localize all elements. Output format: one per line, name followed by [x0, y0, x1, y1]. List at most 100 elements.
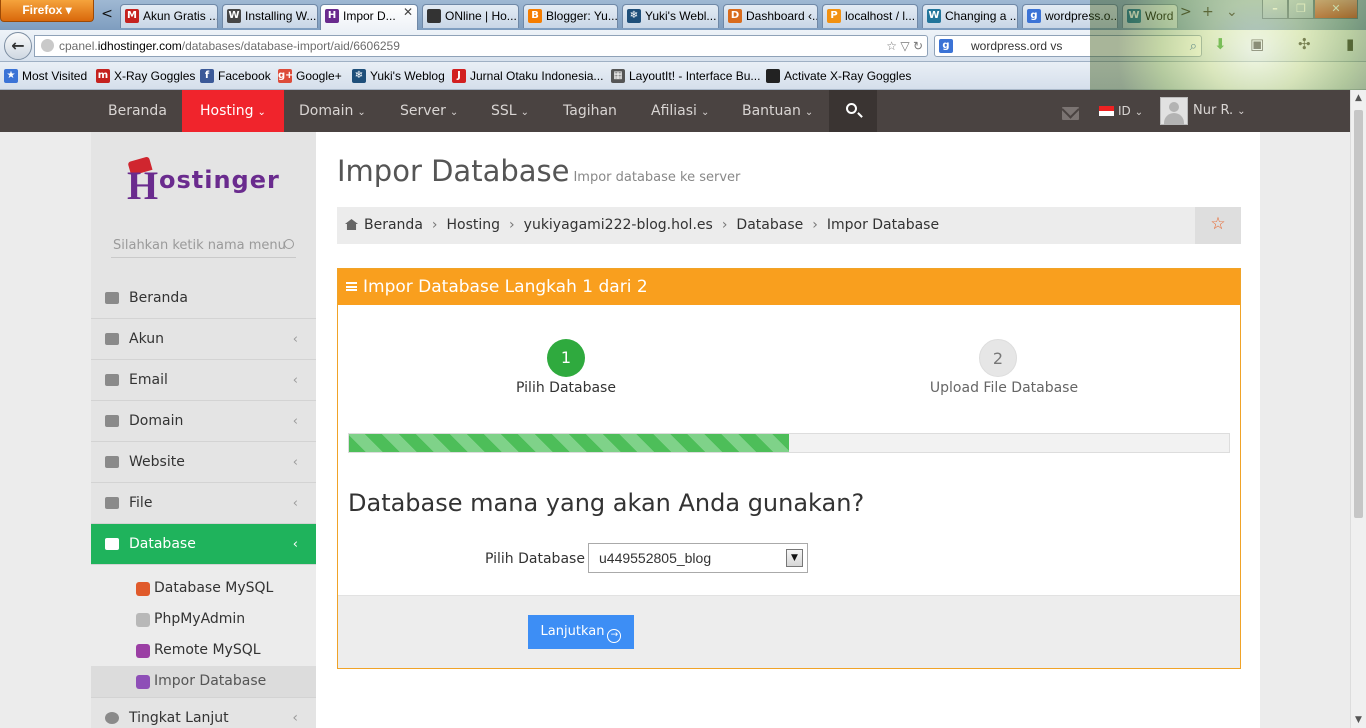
dropdown-arrow-icon[interactable]: ▽: [900, 39, 909, 53]
favorite-star-icon[interactable]: ☆: [1195, 207, 1241, 244]
database-select[interactable]: u449552805_blog ▼: [588, 543, 808, 573]
tab-scroll-right-button[interactable]: >: [1180, 4, 1192, 20]
search-bar[interactable]: g wordpress.ord vs ⌕: [934, 35, 1202, 57]
site-identity-icon[interactable]: [41, 39, 54, 52]
addon-icon[interactable]: ✣: [1298, 35, 1311, 53]
browser-nav-bar: ← cpanel.idhostinger.com/databases/datab…: [0, 30, 1366, 62]
new-tab-button[interactable]: +: [1202, 4, 1214, 20]
nav-hosting[interactable]: Hosting ⌄: [182, 90, 284, 132]
url-prefix: cpanel.: [59, 39, 98, 53]
browser-tab[interactable]: W Changing a ...: [922, 4, 1018, 28]
minimize-icon[interactable]: –: [1262, 0, 1288, 19]
envelope-icon[interactable]: [1062, 107, 1079, 120]
sidebar-item-website[interactable]: Website ‹: [91, 442, 316, 483]
nav-tagihan[interactable]: Tagihan: [563, 90, 617, 132]
bookmark-item[interactable]: Activate X-Ray Goggles: [766, 62, 911, 90]
sidebar-item-akun[interactable]: Akun ‹: [91, 319, 316, 360]
submenu-item[interactable]: Impor Database: [91, 666, 316, 697]
nav-label: Hosting: [200, 103, 254, 119]
import-wizard-panel: Impor Database Langkah 1 dari 2 1 Pilih …: [337, 268, 1241, 669]
breadcrumb-item[interactable]: Hosting: [447, 217, 501, 233]
sidebar-item-beranda[interactable]: Beranda: [91, 278, 316, 319]
bookmark-icon: [766, 69, 780, 83]
breadcrumb-item[interactable]: yukiyagami222-blog.hol.es: [524, 217, 713, 233]
url-host: idhostinger.com: [97, 39, 182, 53]
browser-tab[interactable]: g wordpress.o...: [1022, 4, 1118, 28]
chevron-right-icon: ›: [509, 217, 515, 233]
bookmark-star-icon[interactable]: ☆: [886, 39, 897, 53]
reload-icon[interactable]: ↻: [913, 39, 923, 53]
sidebar-item-email[interactable]: Email ‹: [91, 360, 316, 401]
restore-icon[interactable]: ❐: [1288, 0, 1314, 19]
browser-tab[interactable]: B Blogger: Yu...: [523, 4, 618, 28]
wizard-footer: Lanjutkan →: [338, 595, 1240, 668]
nav-ssl[interactable]: SSL ⌄: [491, 90, 529, 132]
bookmark-item[interactable]: g+ Google+: [278, 62, 342, 90]
database-question: Database mana yang akan Anda gunakan?: [348, 489, 865, 517]
tab-scroll-left-button[interactable]: <: [98, 5, 116, 23]
language-selector[interactable]: ID ⌄: [1118, 90, 1143, 134]
submenu-item[interactable]: Database MySQL: [91, 573, 316, 604]
user-menu[interactable]: Nur R. ⌄: [1193, 90, 1246, 133]
indonesia-flag-icon[interactable]: [1099, 106, 1114, 116]
phpmyadmin-icon: P: [827, 9, 841, 23]
sidebar-item-database[interactable]: Database ‹: [91, 524, 316, 565]
close-window-icon[interactable]: ✕: [1314, 0, 1358, 19]
tab-list-button[interactable]: ⌄: [1226, 4, 1238, 20]
browser-tab[interactable]: ❄ Yuki's Webl...: [622, 4, 719, 28]
browser-tab[interactable]: M Akun Gratis ...: [120, 4, 218, 28]
continue-button[interactable]: Lanjutkan →: [528, 615, 634, 649]
bookmark-item[interactable]: ▦ LayoutIt! - Interface Bu...: [611, 62, 760, 90]
bookmark-label: Most Visited: [22, 69, 88, 83]
browser-tab[interactable]: D Dashboard ‹...: [723, 4, 818, 28]
google-icon[interactable]: g: [939, 39, 953, 53]
chevron-down-icon: ⌄: [804, 107, 814, 118]
browser-tab-title: localhost / l...: [845, 9, 916, 23]
page-scrollbar[interactable]: ▲ ▼: [1350, 90, 1366, 728]
nav-bantuan[interactable]: Bantuan ⌄: [742, 90, 813, 132]
search-icon[interactable]: ⌕: [1190, 36, 1197, 56]
menu-search-input[interactable]: Silahkan ketik nama menu: [111, 236, 296, 258]
submenu-item-label: Database MySQL: [154, 580, 274, 596]
browser-tab[interactable]: Plocalhost / l...: [822, 4, 918, 28]
avatar[interactable]: [1160, 97, 1188, 125]
bookmark-item[interactable]: ★ Most Visited: [4, 62, 87, 90]
breadcrumb-item[interactable]: Beranda: [364, 217, 423, 233]
firefox-menu-button[interactable]: Firefox ▾: [0, 0, 94, 22]
breadcrumb-item[interactable]: Database: [736, 217, 803, 233]
hostinger-logo[interactable]: H ostinger: [121, 154, 291, 206]
bookmarks-menu-icon[interactable]: ▣: [1250, 35, 1264, 53]
back-arrow-icon[interactable]: ←: [4, 32, 32, 60]
sidebar-item-domain[interactable]: Domain ‹: [91, 401, 316, 442]
nav-beranda[interactable]: Beranda: [108, 90, 167, 132]
sidebar-item-label: Akun: [129, 331, 164, 347]
nav-domain[interactable]: Domain ⌄: [299, 90, 366, 132]
bookmark-item[interactable]: f Facebook: [200, 62, 271, 90]
chevron-left-icon: ‹: [292, 537, 298, 552]
browser-tab[interactable]: W Word: [1122, 4, 1178, 28]
browser-tab[interactable]: W Installing W...: [222, 4, 318, 28]
nav-server[interactable]: Server ⌄: [400, 90, 458, 132]
select-arrow-icon[interactable]: ▼: [786, 549, 803, 567]
address-bar[interactable]: cpanel.idhostinger.com/databases/databas…: [34, 35, 928, 57]
bookmark-item[interactable]: m X-Ray Goggles: [96, 62, 195, 90]
search-query: wordpress.ord vs: [971, 39, 1063, 53]
sidebar-item-advanced[interactable]: Tingkat Lanjut ‹: [91, 697, 316, 728]
sidebar-item-file[interactable]: File ‹: [91, 483, 316, 524]
close-tab-icon[interactable]: ✕: [403, 5, 413, 19]
sidebar: H ostinger Silahkan ketik nama menu Bera…: [91, 132, 316, 728]
search-icon[interactable]: [829, 90, 877, 132]
browser-tab[interactable]: H Impor D... ✕: [320, 4, 418, 30]
firefox-sync-icon[interactable]: ▮: [1346, 35, 1354, 53]
scroll-down-arrow-icon[interactable]: ▼: [1351, 712, 1366, 728]
scroll-up-arrow-icon[interactable]: ▲: [1351, 90, 1366, 106]
submenu-item[interactable]: PhpMyAdmin: [91, 604, 316, 635]
nav-afiliasi[interactable]: Afiliasi ⌄: [651, 90, 709, 132]
scrollbar-thumb[interactable]: [1354, 110, 1363, 518]
submenu-item[interactable]: Remote MySQL: [91, 635, 316, 666]
bookmark-item[interactable]: ❄ Yuki's Weblog: [352, 62, 445, 90]
bookmark-item[interactable]: J Jurnal Otaku Indonesia...: [452, 62, 603, 90]
download-icon[interactable]: ⬇: [1214, 35, 1227, 53]
progress-bar: [348, 433, 1230, 453]
browser-tab[interactable]: ONline | Ho...: [422, 4, 519, 28]
